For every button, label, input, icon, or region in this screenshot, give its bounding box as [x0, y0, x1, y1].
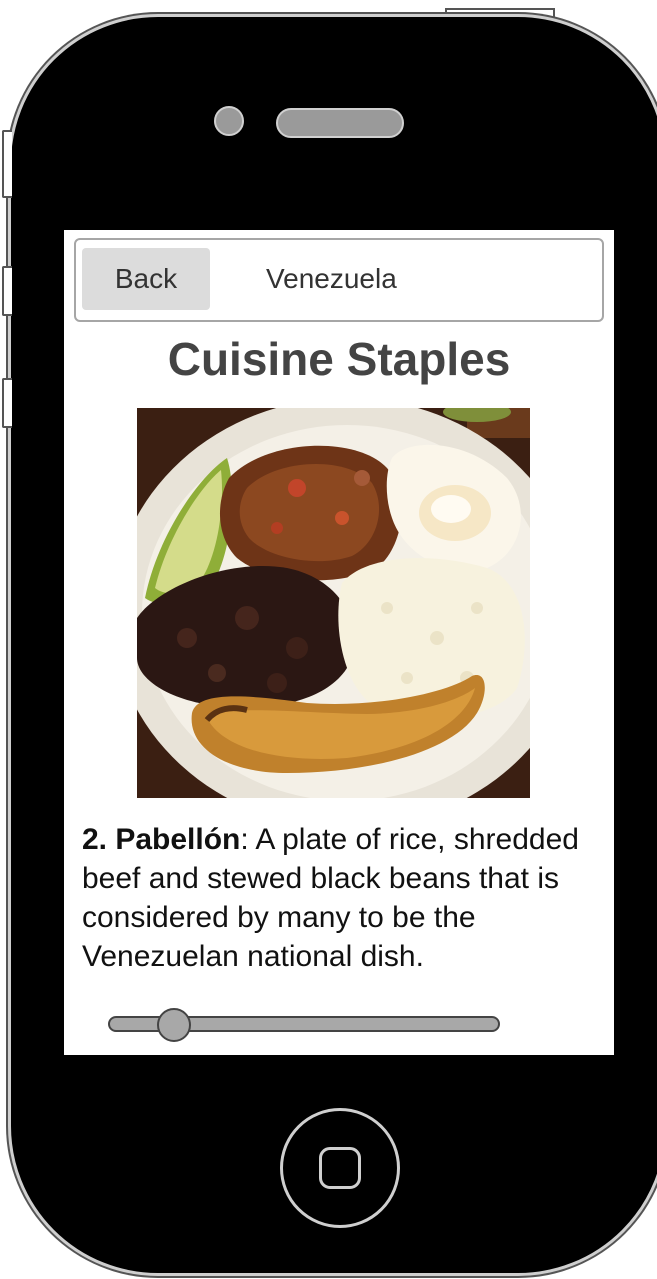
phone-screen: Back Venezuela Cuisine Staples 2. Pabell…	[64, 230, 614, 1055]
earpiece-speaker	[276, 108, 404, 138]
page-title: Cuisine Staples	[167, 333, 511, 385]
dish-description: 2. Pabellón: A plate of rice, shredded b…	[82, 820, 602, 976]
slider-knob[interactable]	[157, 1008, 191, 1042]
pabellon-photo	[137, 408, 530, 798]
home-square-icon	[319, 1147, 361, 1189]
navigation-bar: Back Venezuela	[74, 238, 604, 322]
nav-title: Venezuela	[266, 263, 397, 294]
dish-name: 2. Pabellón	[82, 823, 241, 856]
mute-switch[interactable]	[2, 130, 12, 198]
back-button[interactable]: Back	[82, 248, 210, 310]
front-camera	[214, 106, 244, 136]
volume-down-button[interactable]	[2, 378, 12, 428]
home-button[interactable]	[280, 1108, 400, 1228]
volume-up-button[interactable]	[2, 266, 12, 316]
